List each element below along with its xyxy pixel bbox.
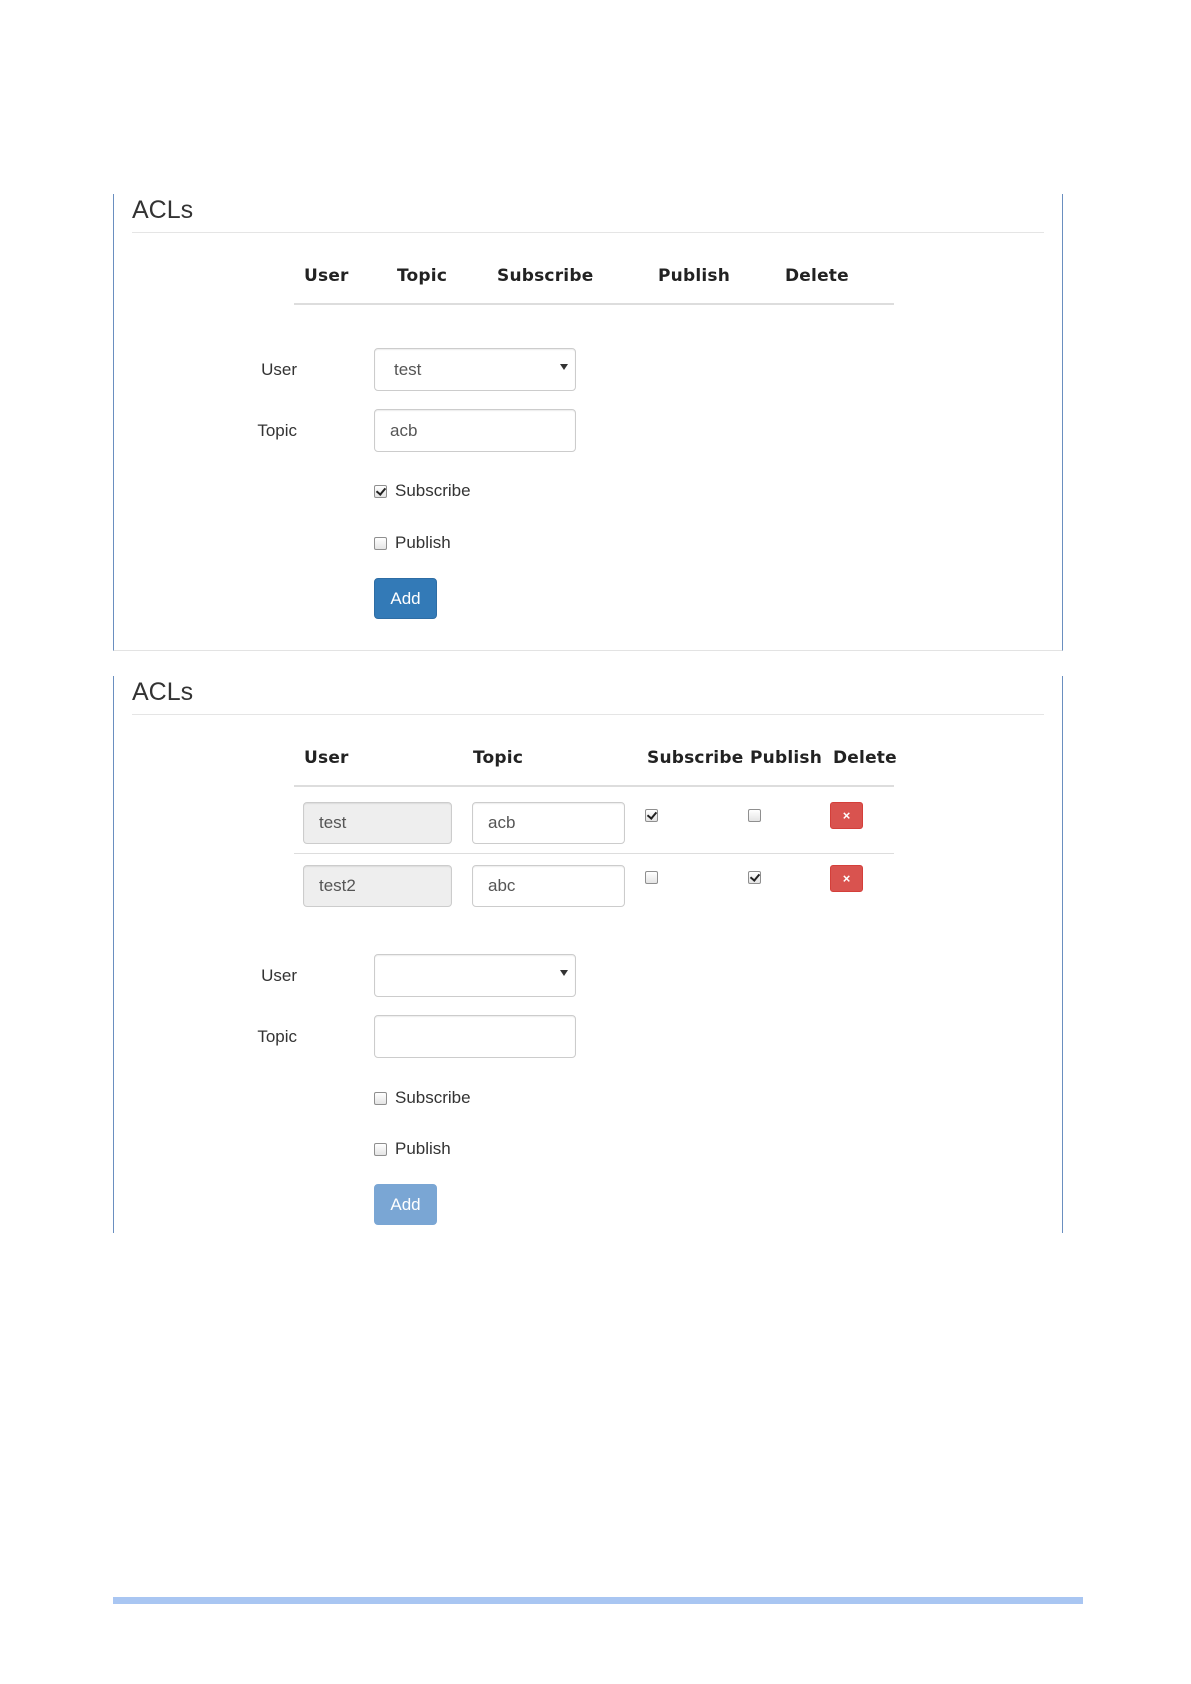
row-user-field: test bbox=[303, 802, 452, 844]
acl-panel-initial: ACLs User Topic Subscribe Publish Delete… bbox=[113, 194, 1063, 651]
add-button[interactable]: Add bbox=[374, 1184, 437, 1225]
acl-panel-with-entries: ACLs User Topic Subscribe Publish Delete… bbox=[113, 676, 1063, 1233]
subscribe-checkbox-row[interactable]: Subscribe bbox=[374, 1088, 471, 1108]
column-header-publish: Publish bbox=[750, 748, 823, 768]
user-select[interactable]: test bbox=[374, 348, 576, 391]
row-publish-checkbox[interactable] bbox=[748, 871, 761, 884]
caret-down-icon bbox=[560, 364, 568, 370]
column-header-topic: Topic bbox=[473, 748, 524, 768]
publish-checkbox-label: Publish bbox=[395, 533, 451, 552]
close-icon: × bbox=[842, 871, 851, 886]
panel-title: ACLs bbox=[132, 678, 194, 706]
table-header-divider bbox=[294, 303, 894, 305]
row-subscribe-checkbox[interactable] bbox=[645, 809, 658, 822]
row-publish-checkbox[interactable] bbox=[748, 809, 761, 822]
subscribe-checkbox[interactable] bbox=[374, 484, 387, 498]
title-divider bbox=[132, 714, 1044, 715]
topic-input[interactable]: acb bbox=[374, 409, 576, 452]
publish-checkbox[interactable] bbox=[374, 536, 387, 550]
user-select-value: test bbox=[394, 359, 422, 379]
row-delete-button[interactable]: × bbox=[830, 865, 863, 892]
row-divider bbox=[294, 853, 894, 854]
subscribe-checkbox[interactable] bbox=[374, 1091, 387, 1105]
publish-checkbox-row[interactable]: Publish bbox=[374, 533, 451, 553]
column-header-delete: Delete bbox=[785, 266, 849, 286]
panel-title: ACLs bbox=[132, 196, 194, 224]
column-header-publish: Publish bbox=[658, 266, 731, 286]
topic-input-value: acb bbox=[390, 420, 418, 440]
caret-down-icon bbox=[560, 970, 568, 976]
title-divider bbox=[132, 232, 1044, 233]
row-topic-value: acb bbox=[488, 813, 516, 832]
row-delete-button[interactable]: × bbox=[830, 802, 863, 829]
publish-checkbox-label: Publish bbox=[395, 1139, 451, 1158]
subscribe-checkbox-row[interactable]: Subscribe bbox=[374, 481, 471, 501]
row-user-field: test2 bbox=[303, 865, 452, 907]
row-topic-input[interactable]: abc bbox=[472, 865, 625, 907]
column-header-subscribe: Subscribe bbox=[497, 266, 594, 286]
column-header-user: User bbox=[304, 748, 349, 768]
add-button[interactable]: Add bbox=[374, 578, 437, 619]
publish-checkbox[interactable] bbox=[374, 1142, 387, 1156]
column-header-user: User bbox=[304, 266, 349, 286]
user-select[interactable] bbox=[374, 954, 576, 997]
column-header-topic: Topic bbox=[397, 266, 448, 286]
row-user-value: test bbox=[319, 813, 347, 832]
row-user-value: test2 bbox=[319, 876, 356, 895]
row-subscribe-checkbox[interactable] bbox=[645, 871, 658, 884]
row-topic-value: abc bbox=[488, 876, 516, 895]
column-header-delete: Delete bbox=[833, 748, 897, 768]
footer-bar bbox=[113, 1597, 1083, 1604]
subscribe-checkbox-label: Subscribe bbox=[395, 1088, 471, 1107]
table-header-divider bbox=[294, 785, 894, 787]
topic-field-label: Topic bbox=[257, 421, 297, 440]
subscribe-checkbox-label: Subscribe bbox=[395, 481, 471, 500]
topic-field-label: Topic bbox=[257, 1027, 297, 1046]
user-field-label: User bbox=[261, 966, 297, 985]
user-field-label: User bbox=[261, 360, 297, 379]
row-topic-input[interactable]: acb bbox=[472, 802, 625, 844]
topic-input[interactable] bbox=[374, 1015, 576, 1058]
publish-checkbox-row[interactable]: Publish bbox=[374, 1139, 451, 1159]
column-header-subscribe: Subscribe bbox=[647, 748, 744, 768]
close-icon: × bbox=[842, 808, 851, 823]
